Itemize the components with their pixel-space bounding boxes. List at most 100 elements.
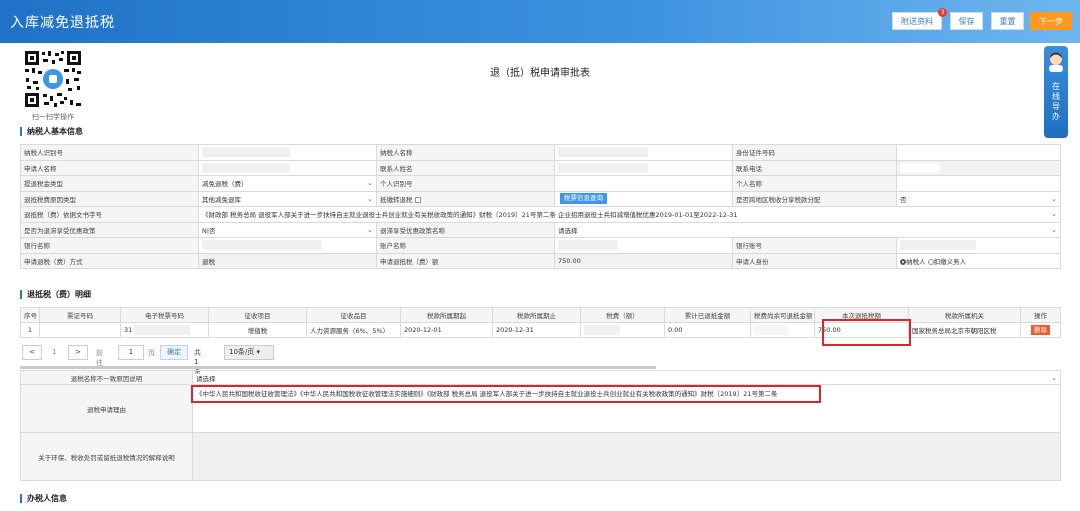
tax-amount-cell xyxy=(580,322,665,338)
taxpayer-id-label: 纳税人识别号 xyxy=(20,144,199,161)
chevron-down-icon: ⌄ xyxy=(1051,374,1057,382)
chevron-down-icon: ⌄ xyxy=(367,194,373,203)
e-ticket-prefix: 31 xyxy=(124,326,133,334)
refund-amount-value: 750.00 xyxy=(554,252,733,269)
contact-phone-label: 联系电话 xyxy=(732,159,897,176)
taxpayer-id-field[interactable] xyxy=(198,144,377,161)
ticket-number-cell xyxy=(39,322,121,338)
basis-doc-label: 退抵税（费）依据文书字号 xyxy=(20,206,199,223)
col-header: 税费（额） xyxy=(580,307,665,323)
tax-item-cell: 增值税 xyxy=(208,322,307,338)
personal-id-field[interactable] xyxy=(554,175,733,192)
basis-doc-value: 《财政部 税务总局 退役军人部关于进一步扶持自主就业退役士兵创业就业有关税收政策… xyxy=(202,211,738,220)
contact-name-field[interactable] xyxy=(554,159,733,176)
page-size-value: 10条/页 xyxy=(229,348,255,356)
cross-region-select[interactable]: 否 ⌄ xyxy=(896,190,1061,207)
applicant-name-field[interactable] xyxy=(198,159,377,176)
tax-subitem-cell: 人力资源服务（6%、5%） xyxy=(306,322,401,338)
refund-type-value: 减免退税（费） xyxy=(202,180,248,189)
refund-type-label: 提退税金类型 xyxy=(20,175,199,192)
table-row: 1 31 增值税 人力资源服务（6%、5%） 2020-12-01 2020-1… xyxy=(20,322,1061,338)
attach-button[interactable]: 附送资料 xyxy=(892,12,942,30)
account-name-label: 账户名称 xyxy=(376,237,555,254)
section-refund-detail: 退抵税（费）明细 xyxy=(20,290,91,299)
col-header: 本次退抵税额 xyxy=(814,307,909,323)
caret-down-icon: ▾ xyxy=(256,348,261,356)
env-penalty-label: 关于环保、税收处罚或留抵退税情况的解释说明 xyxy=(20,432,193,481)
col-header: 电子税票号码 xyxy=(120,307,209,323)
refund-reason-type-label: 退抵税费原因类型 xyxy=(20,190,199,207)
refund-reason-label: 退税申请理由 xyxy=(20,384,193,433)
chevron-down-icon: ⌄ xyxy=(1051,225,1057,234)
page-unit-label: 页 xyxy=(148,349,155,357)
account-name-field[interactable] xyxy=(554,237,733,254)
preferential-policy-flag-label: 是否为退滞享受优惠政策 xyxy=(20,221,199,238)
refund-method-label: 申请退税（费）方式 xyxy=(20,252,199,269)
attach-count-badge: 3 xyxy=(938,8,947,17)
col-header: 税费尚余可退抵金额 xyxy=(750,307,815,323)
prev-page-button[interactable]: < xyxy=(22,345,42,360)
personal-name-label: 个人名称 xyxy=(732,175,897,192)
contact-phone-field[interactable] xyxy=(896,159,1061,176)
confirm-page-button[interactable]: 确定 xyxy=(160,345,188,360)
col-header: 票证号码 xyxy=(39,307,121,323)
offset-transfer-checkbox[interactable] xyxy=(414,196,421,203)
save-button[interactable]: 保存 xyxy=(950,12,983,30)
col-header: 累计已退抵金额 xyxy=(664,307,751,323)
refund-reason-textarea[interactable]: 《中华人民共和国税收征收管理法》《中华人民共和国税收征收管理法实施细则》《财政部… xyxy=(192,384,1061,433)
bank-account-label: 银行账号 xyxy=(732,237,897,254)
current-refund-amount-input[interactable]: 750.00 xyxy=(814,322,909,338)
preferential-policy-flag-select[interactable]: N|否 ⌄ xyxy=(198,221,377,238)
online-guide-button[interactable]: 在线导办 xyxy=(1044,46,1068,138)
horizontal-scrollbar[interactable] xyxy=(20,366,656,369)
refund-reason-table: 退税名称不一致原因说明 请选择 ⌄ 退税申请理由 《中华人民共和国税收征收管理法》… xyxy=(20,370,1061,481)
bank-name-label: 银行名称 xyxy=(20,237,199,254)
radio-withholding-agent-label: 扣缴义务人 xyxy=(933,257,967,266)
current-page-number[interactable]: 1 xyxy=(52,348,56,356)
page-title: 退（抵）税申请审批表 xyxy=(490,68,590,79)
bank-name-field[interactable] xyxy=(198,237,377,254)
taxpayer-name-field[interactable] xyxy=(554,144,733,161)
name-mismatch-label: 退税名称不一致原因说明 xyxy=(20,370,193,385)
id-number-field[interactable] xyxy=(896,144,1061,161)
page-jump-input[interactable]: 1 xyxy=(118,345,144,360)
refund-type-select[interactable]: 减免退税（费） ⌄ xyxy=(198,175,377,192)
refund-reason-type-value: 其他减免退库 xyxy=(202,195,241,204)
delete-row-button[interactable]: 删除 xyxy=(1031,325,1050,335)
section-handler-info: 办税人信息 xyxy=(20,494,67,503)
col-header: 征收项目 xyxy=(208,307,307,323)
page-size-select[interactable]: 10条/页 ▾ xyxy=(224,345,274,360)
chevron-down-icon: ⌄ xyxy=(1051,210,1057,218)
refund-reason-type-select[interactable]: 其他减免退库 ⌄ xyxy=(198,190,377,207)
env-penalty-textarea[interactable] xyxy=(192,432,1061,481)
chevron-down-icon: ⌄ xyxy=(367,225,373,234)
applicant-name-label: 申请人名称 xyxy=(20,159,199,176)
col-header: 税款所属机关 xyxy=(908,307,1021,323)
qr-code xyxy=(22,48,84,110)
top-bar: 入库减免退抵税 附送资料 3 保存 重置 下一步 xyxy=(0,0,1080,43)
e-ticket-number-cell: 31 xyxy=(120,322,209,338)
chevron-down-icon: ⌄ xyxy=(367,179,373,187)
applicant-role-label: 申请人身份 xyxy=(732,252,897,269)
taxpayer-name-label: 纳税人名称 xyxy=(376,144,555,161)
preferential-policy-name-select[interactable]: 请选择 ⌄ xyxy=(554,221,1061,238)
name-mismatch-value: 请选择 xyxy=(196,374,216,383)
app-title: 入库减免退抵税 xyxy=(10,15,115,31)
col-header: 征收品目 xyxy=(306,307,401,323)
period-end-cell: 2020-12-31 xyxy=(492,322,581,338)
assistant-avatar-icon xyxy=(1047,52,1065,72)
next-step-button[interactable]: 下一步 xyxy=(1030,12,1072,30)
next-page-button[interactable]: > xyxy=(68,345,88,360)
radio-taxpayer-label: 纳税人 xyxy=(906,257,926,266)
refund-reason-text: 《中华人民共和国税收征收管理法》《中华人民共和国税收征收管理法实施细则》《财政部… xyxy=(196,390,778,398)
bank-account-field[interactable] xyxy=(896,237,1061,254)
tax-authority-cell: 国家税务总局北京市朝阳区税 xyxy=(908,322,1021,338)
personal-name-field[interactable] xyxy=(896,175,1061,192)
tax-ticket-query-button[interactable]: 税票信息查询 xyxy=(560,193,607,205)
reset-button[interactable]: 重置 xyxy=(991,12,1024,30)
qr-caption: 扫一扫学操作 xyxy=(32,113,74,121)
col-header: 操作 xyxy=(1020,307,1061,323)
basis-doc-select[interactable]: 《财政部 税务总局 退役军人部关于进一步扶持自主就业退役士兵创业就业有关税收政策… xyxy=(198,206,1061,223)
remaining-refundable-cell xyxy=(750,322,815,338)
name-mismatch-select[interactable]: 请选择 ⌄ xyxy=(192,370,1061,385)
